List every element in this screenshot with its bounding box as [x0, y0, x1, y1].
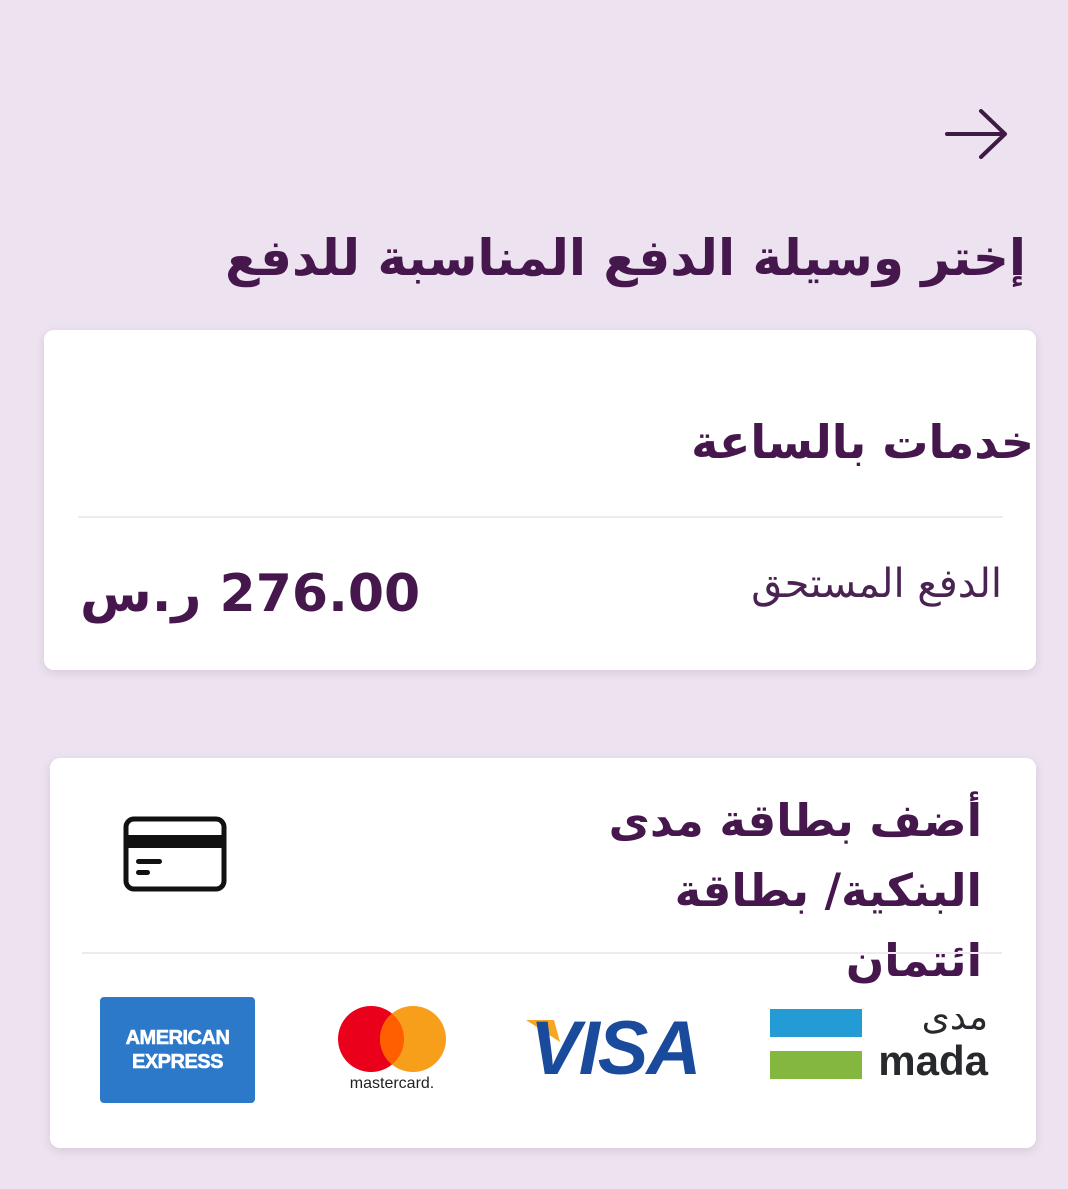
mada-green-bar — [770, 1051, 862, 1079]
mastercard-logo-text: mastercard. — [349, 1075, 435, 1092]
credit-card-icon — [123, 816, 227, 892]
amount-due-label: الدفع المستحق — [751, 561, 1002, 607]
visa-logo-text: VISA — [530, 1006, 701, 1091]
amount-due-value: 276.00 ر.س — [80, 564, 421, 624]
visa-logo: VISA — [524, 1006, 724, 1091]
mada-logo-english: mada — [878, 1037, 988, 1084]
amex-logo-text-1: AMERICAN — [125, 1027, 230, 1050]
amex-logo-text-2: EXPRESS — [132, 1051, 224, 1074]
summary-divider — [78, 516, 1003, 518]
add-card-title: أضف بطاقة مدى البنكية/ بطاقة ائتمان — [608, 794, 982, 987]
amex-logo: AMERICAN EXPRESS — [100, 997, 255, 1103]
mada-logo-arabic: مدى — [921, 997, 988, 1038]
mada-logo: مدى mada — [770, 997, 990, 1084]
arrow-right-icon — [945, 109, 1007, 159]
service-name: خدمات بالساعة — [691, 415, 1034, 469]
page-title: إختر وسيلة الدفع المناسبة للدفع — [225, 229, 1026, 287]
mastercard-circles — [338, 1006, 446, 1072]
mada-blue-bar — [770, 1009, 862, 1037]
add-card-divider — [82, 952, 1002, 954]
back-button[interactable] — [940, 96, 1016, 172]
mastercard-logo: mastercard. — [336, 1005, 448, 1095]
